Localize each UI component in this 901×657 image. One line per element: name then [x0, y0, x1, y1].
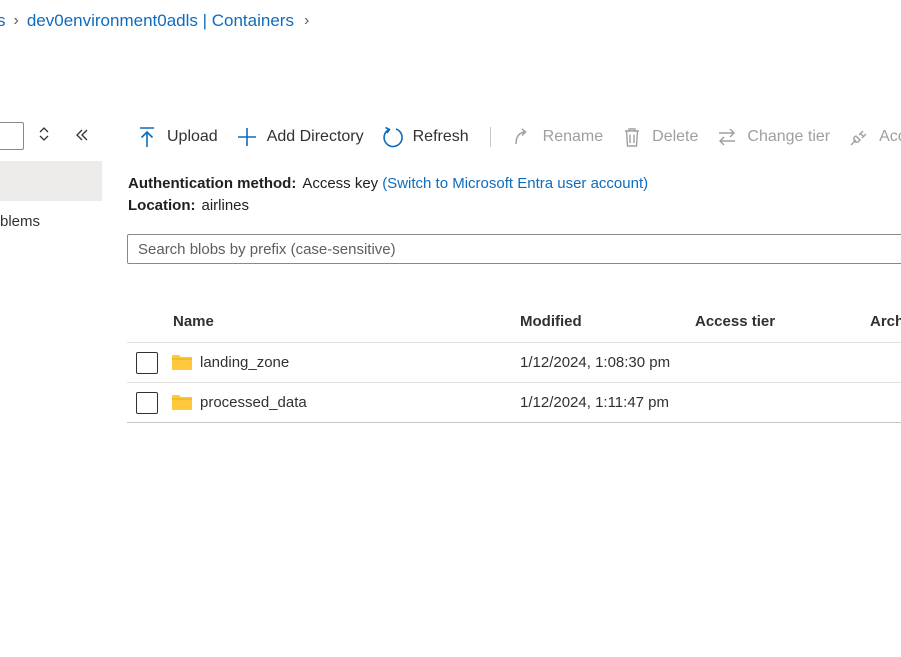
refresh-label: Refresh	[412, 128, 469, 145]
column-header-modified[interactable]: Modified	[520, 313, 582, 330]
row-name-link[interactable]: landing_zone	[200, 354, 289, 371]
plug-icon	[848, 126, 870, 148]
command-bar: Upload Add Directory Refresh Rename Dele…	[128, 122, 901, 152]
trash-icon	[621, 126, 643, 148]
collapse-panel-icon[interactable]	[75, 126, 89, 146]
nav-item-diagnose-problems[interactable]: blems	[0, 213, 40, 230]
table-header: Name Modified Access tier Arch	[127, 302, 901, 343]
folder-icon	[172, 395, 192, 410]
add-directory-label: Add Directory	[266, 128, 364, 145]
refresh-button[interactable]: Refresh	[373, 122, 478, 152]
upload-label: Upload	[167, 128, 218, 145]
rename-label: Rename	[542, 128, 604, 145]
add-directory-button[interactable]: Add Directory	[227, 122, 373, 152]
row-modified: 1/12/2024, 1:11:47 pm	[520, 394, 670, 411]
search-blobs-box	[127, 234, 901, 264]
blob-table: Name Modified Access tier Arch landing_z…	[127, 302, 901, 423]
chevron-right-icon: ›	[303, 12, 310, 29]
table-row[interactable]: landing_zone 1/12/2024, 1:08:30 pm	[127, 343, 901, 383]
column-header-archive-status[interactable]: Arch	[870, 313, 901, 330]
change-tier-button[interactable]: Change tier	[707, 122, 839, 152]
upload-button[interactable]: Upload	[128, 122, 227, 152]
swap-arrows-icon	[716, 126, 738, 148]
column-header-access-tier[interactable]: Access tier	[695, 313, 775, 330]
delete-button[interactable]: Delete	[612, 122, 707, 152]
rename-icon	[512, 126, 534, 148]
delete-label: Delete	[652, 128, 699, 145]
auth-method-row: Authentication method: Access key (Switch …	[128, 175, 648, 192]
search-input[interactable]	[128, 235, 901, 263]
location-label: Location:	[128, 197, 196, 214]
breadcrumb: s › dev0environment0adls | Containers ›	[0, 10, 317, 32]
auth-method-value: Access key	[302, 175, 379, 192]
table-row[interactable]: processed_data 1/12/2024, 1:11:47 pm	[127, 383, 901, 423]
chevron-right-icon: ›	[13, 12, 19, 29]
switch-auth-link[interactable]: (Switch to Microsoft Entra user account)	[382, 175, 648, 192]
acquire-lease-button[interactable]: Acc	[839, 122, 901, 152]
breadcrumb-item-current[interactable]: dev0environment0adls | Containers	[27, 11, 294, 31]
nav-item-selected[interactable]	[0, 161, 102, 201]
plus-icon	[236, 126, 258, 148]
toolbar-divider	[489, 127, 491, 147]
rename-button[interactable]: Rename	[503, 122, 612, 152]
row-checkbox[interactable]	[136, 392, 158, 414]
location-row: Location: airlines	[128, 197, 249, 214]
resource-filter-input[interactable]	[0, 122, 24, 150]
refresh-icon	[382, 126, 404, 148]
location-value: airlines	[201, 197, 250, 214]
row-checkbox[interactable]	[136, 352, 158, 374]
row-name-link[interactable]: processed_data	[200, 394, 307, 411]
auth-method-label: Authentication method:	[128, 175, 297, 192]
column-header-name[interactable]: Name	[173, 313, 214, 330]
folder-icon	[172, 355, 192, 370]
breadcrumb-item-previous[interactable]: s	[0, 11, 6, 31]
change-tier-label: Change tier	[747, 128, 831, 145]
sort-icon[interactable]	[38, 126, 50, 146]
row-modified: 1/12/2024, 1:08:30 pm	[520, 354, 671, 371]
upload-icon	[136, 126, 158, 148]
acquire-lease-label: Acc	[879, 128, 901, 145]
